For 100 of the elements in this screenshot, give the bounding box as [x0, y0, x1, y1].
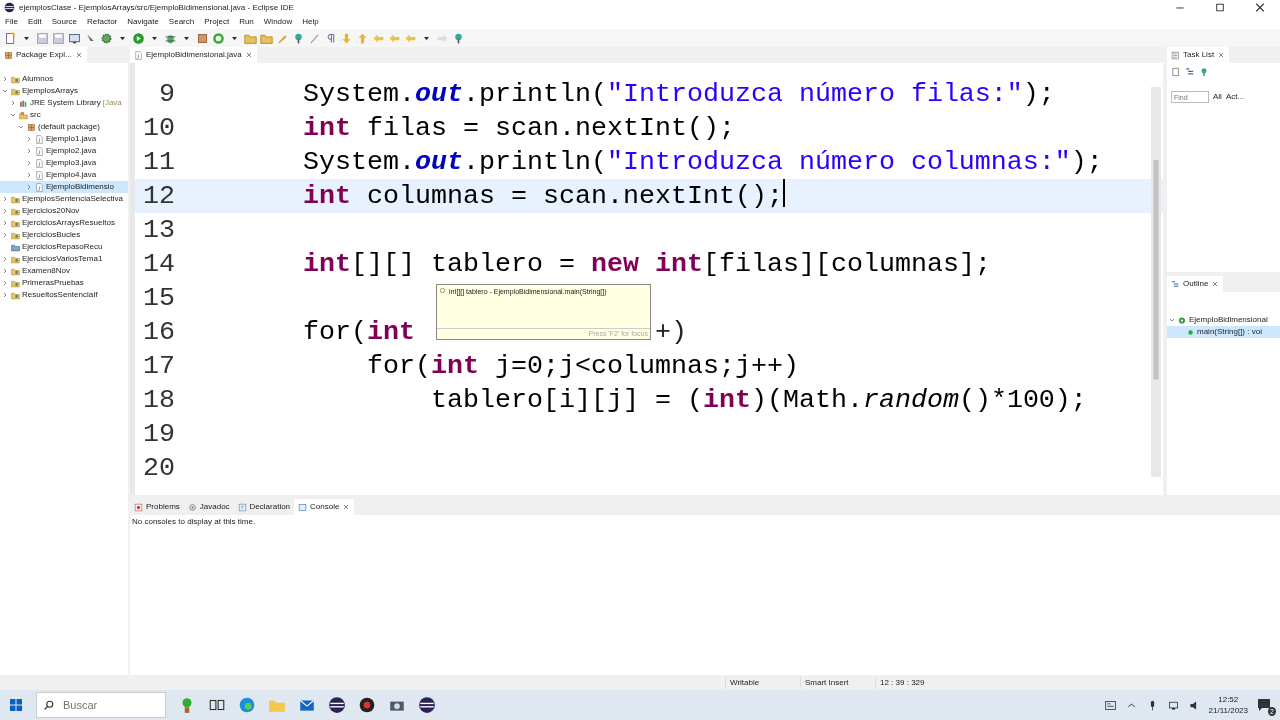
status-text: Smart Insert	[800, 676, 875, 689]
chevron-icon[interactable]	[9, 111, 17, 119]
tree-item[interactable]: EjerciciosRepasoRecu	[0, 241, 128, 253]
menu-item[interactable]: Edit	[27, 16, 42, 28]
chevron-icon[interactable]	[1, 75, 9, 83]
filter-link[interactable]: Act...	[1225, 91, 1245, 103]
browser-icon[interactable]	[238, 696, 256, 714]
tree-item[interactable]: EjemploBidimensio	[0, 181, 128, 193]
pin-icon[interactable]	[292, 31, 305, 45]
chevron-icon[interactable]	[25, 183, 33, 191]
class-icon	[1178, 315, 1187, 325]
tree-item[interactable]: EjemplosArrays	[0, 85, 128, 97]
chevron-icon[interactable]	[25, 171, 33, 179]
arrow-down-icon[interactable]	[340, 31, 353, 45]
code-line: int columnas = scan.nextInt();	[303, 180, 783, 213]
tree-item[interactable]: EjerciciosArraysResueltos	[0, 217, 128, 229]
chevron-icon[interactable]	[25, 135, 33, 143]
tree-item[interactable]: EjerciciosBucles	[0, 229, 128, 241]
menu-item[interactable]: Search	[168, 16, 195, 28]
tree-item[interactable]: Ejemplo1.java	[0, 133, 128, 145]
tree-item[interactable]: Examen8Nov	[0, 265, 128, 277]
pin-icon[interactable]	[452, 31, 465, 45]
paragraph-icon[interactable]	[324, 31, 337, 45]
chevron-icon[interactable]	[1, 231, 9, 239]
line-number: 10	[142, 112, 175, 145]
pin-icon[interactable]	[1199, 67, 1209, 77]
clock-date: 21/11/2023	[1208, 705, 1248, 716]
menu-item[interactable]: Navigate	[127, 16, 159, 28]
close-icon[interactable]	[74, 51, 83, 59]
menu-item[interactable]: Refactor	[87, 16, 118, 28]
chevron-icon[interactable]	[1, 195, 9, 203]
chevron-icon[interactable]	[1, 279, 9, 287]
close-icon[interactable]	[1211, 280, 1220, 288]
new-task-icon[interactable]	[1171, 67, 1181, 77]
code-fragment: +)	[654, 316, 687, 349]
chevron-icon[interactable]	[17, 123, 25, 131]
chevron-icon[interactable]	[1, 291, 9, 299]
clock-time: 12:52	[1217, 694, 1240, 705]
tree-icon[interactable]	[1185, 67, 1195, 77]
arrow-up-icon[interactable]	[356, 31, 369, 45]
new-file-icon[interactable]	[4, 31, 17, 45]
view-tab[interactable]: Outline	[1167, 276, 1224, 292]
chevron-icon[interactable]	[9, 99, 17, 107]
app-icon[interactable]	[358, 696, 376, 714]
notification-icon[interactable]	[1256, 697, 1272, 713]
tree-item[interactable]: Ejemplo2.java	[0, 145, 128, 157]
tree-item[interactable]: EjemplosSentenciaSelectiva	[0, 193, 128, 205]
tree-item[interactable]: EjemploBidimensional	[1167, 314, 1280, 326]
menu-item[interactable]: Project	[204, 16, 230, 28]
eclipse-icon[interactable]	[418, 696, 436, 714]
chevron-icon[interactable]	[1168, 316, 1176, 324]
menu-item[interactable]: File	[5, 16, 18, 28]
tree-item[interactable]: (default package)	[0, 121, 128, 133]
gear-icon[interactable]	[100, 31, 113, 45]
eclipse-icon[interactable]	[328, 696, 346, 714]
field-icon	[439, 287, 446, 294]
chevron-icon[interactable]	[25, 147, 33, 155]
close-icon[interactable]	[342, 503, 351, 511]
chevron-icon[interactable]	[25, 159, 33, 167]
menu-item[interactable]: Run	[239, 16, 254, 28]
tree-item[interactable]: Ejemplo3.java	[0, 157, 128, 169]
tree-item[interactable]: Ejemplo4.java	[0, 169, 128, 181]
search-field[interactable]: Buscar	[36, 692, 166, 718]
chevron-icon[interactable]	[1, 219, 9, 227]
tab-label: Console	[310, 501, 340, 513]
outline-icon	[1171, 279, 1180, 289]
view-tab[interactable]: Console	[294, 499, 355, 515]
chevron-icon[interactable]	[1, 207, 9, 215]
menu-item[interactable]: Help	[302, 16, 319, 28]
package-box-icon[interactable]	[196, 31, 209, 45]
view-tab[interactable]: Task List	[1167, 47, 1230, 63]
closed-folder-icon	[11, 242, 20, 252]
filter-link[interactable]: All	[1213, 91, 1222, 103]
save-all-icon[interactable]	[52, 31, 65, 45]
tree-item[interactable]: main(String[]) : voi	[1167, 326, 1280, 338]
package-icon	[27, 122, 36, 132]
menu-item[interactable]: Source	[51, 16, 78, 28]
close-icon[interactable]	[244, 51, 253, 59]
tab-label: Javadoc	[199, 501, 230, 513]
line-number: 13	[142, 214, 175, 247]
run-icon[interactable]	[132, 31, 145, 45]
close-icon[interactable]	[1217, 51, 1226, 59]
tree-item[interactable]: PrimerasPruebas	[0, 277, 128, 289]
tree-item[interactable]: Alumnos	[0, 73, 128, 85]
monitor-icon[interactable]	[68, 31, 81, 45]
editor-tab[interactable]: EjemploBidimensional.java	[130, 47, 257, 63]
tree-item[interactable]: Ejercicios20Nov	[0, 205, 128, 217]
tab-label: Problems	[146, 501, 180, 513]
view-tab[interactable]: Package Expl...	[0, 47, 87, 63]
tree-item[interactable]: src	[0, 109, 128, 121]
chevron-icon[interactable]	[1, 255, 9, 263]
news-icon[interactable]	[1103, 698, 1117, 712]
tree-item[interactable]: ResueltosSentenciaIf	[0, 289, 128, 301]
chevron-icon[interactable]	[1, 87, 9, 95]
menu-item[interactable]: Window	[263, 16, 293, 28]
tree-item[interactable]: EjerciciosVariosTema1	[0, 253, 128, 265]
tree-item[interactable]: JRE System Library [Java	[0, 97, 128, 109]
chevron-icon[interactable]	[1, 267, 9, 275]
task-list-icon	[1171, 50, 1180, 60]
windows-start-icon[interactable]	[8, 697, 24, 713]
